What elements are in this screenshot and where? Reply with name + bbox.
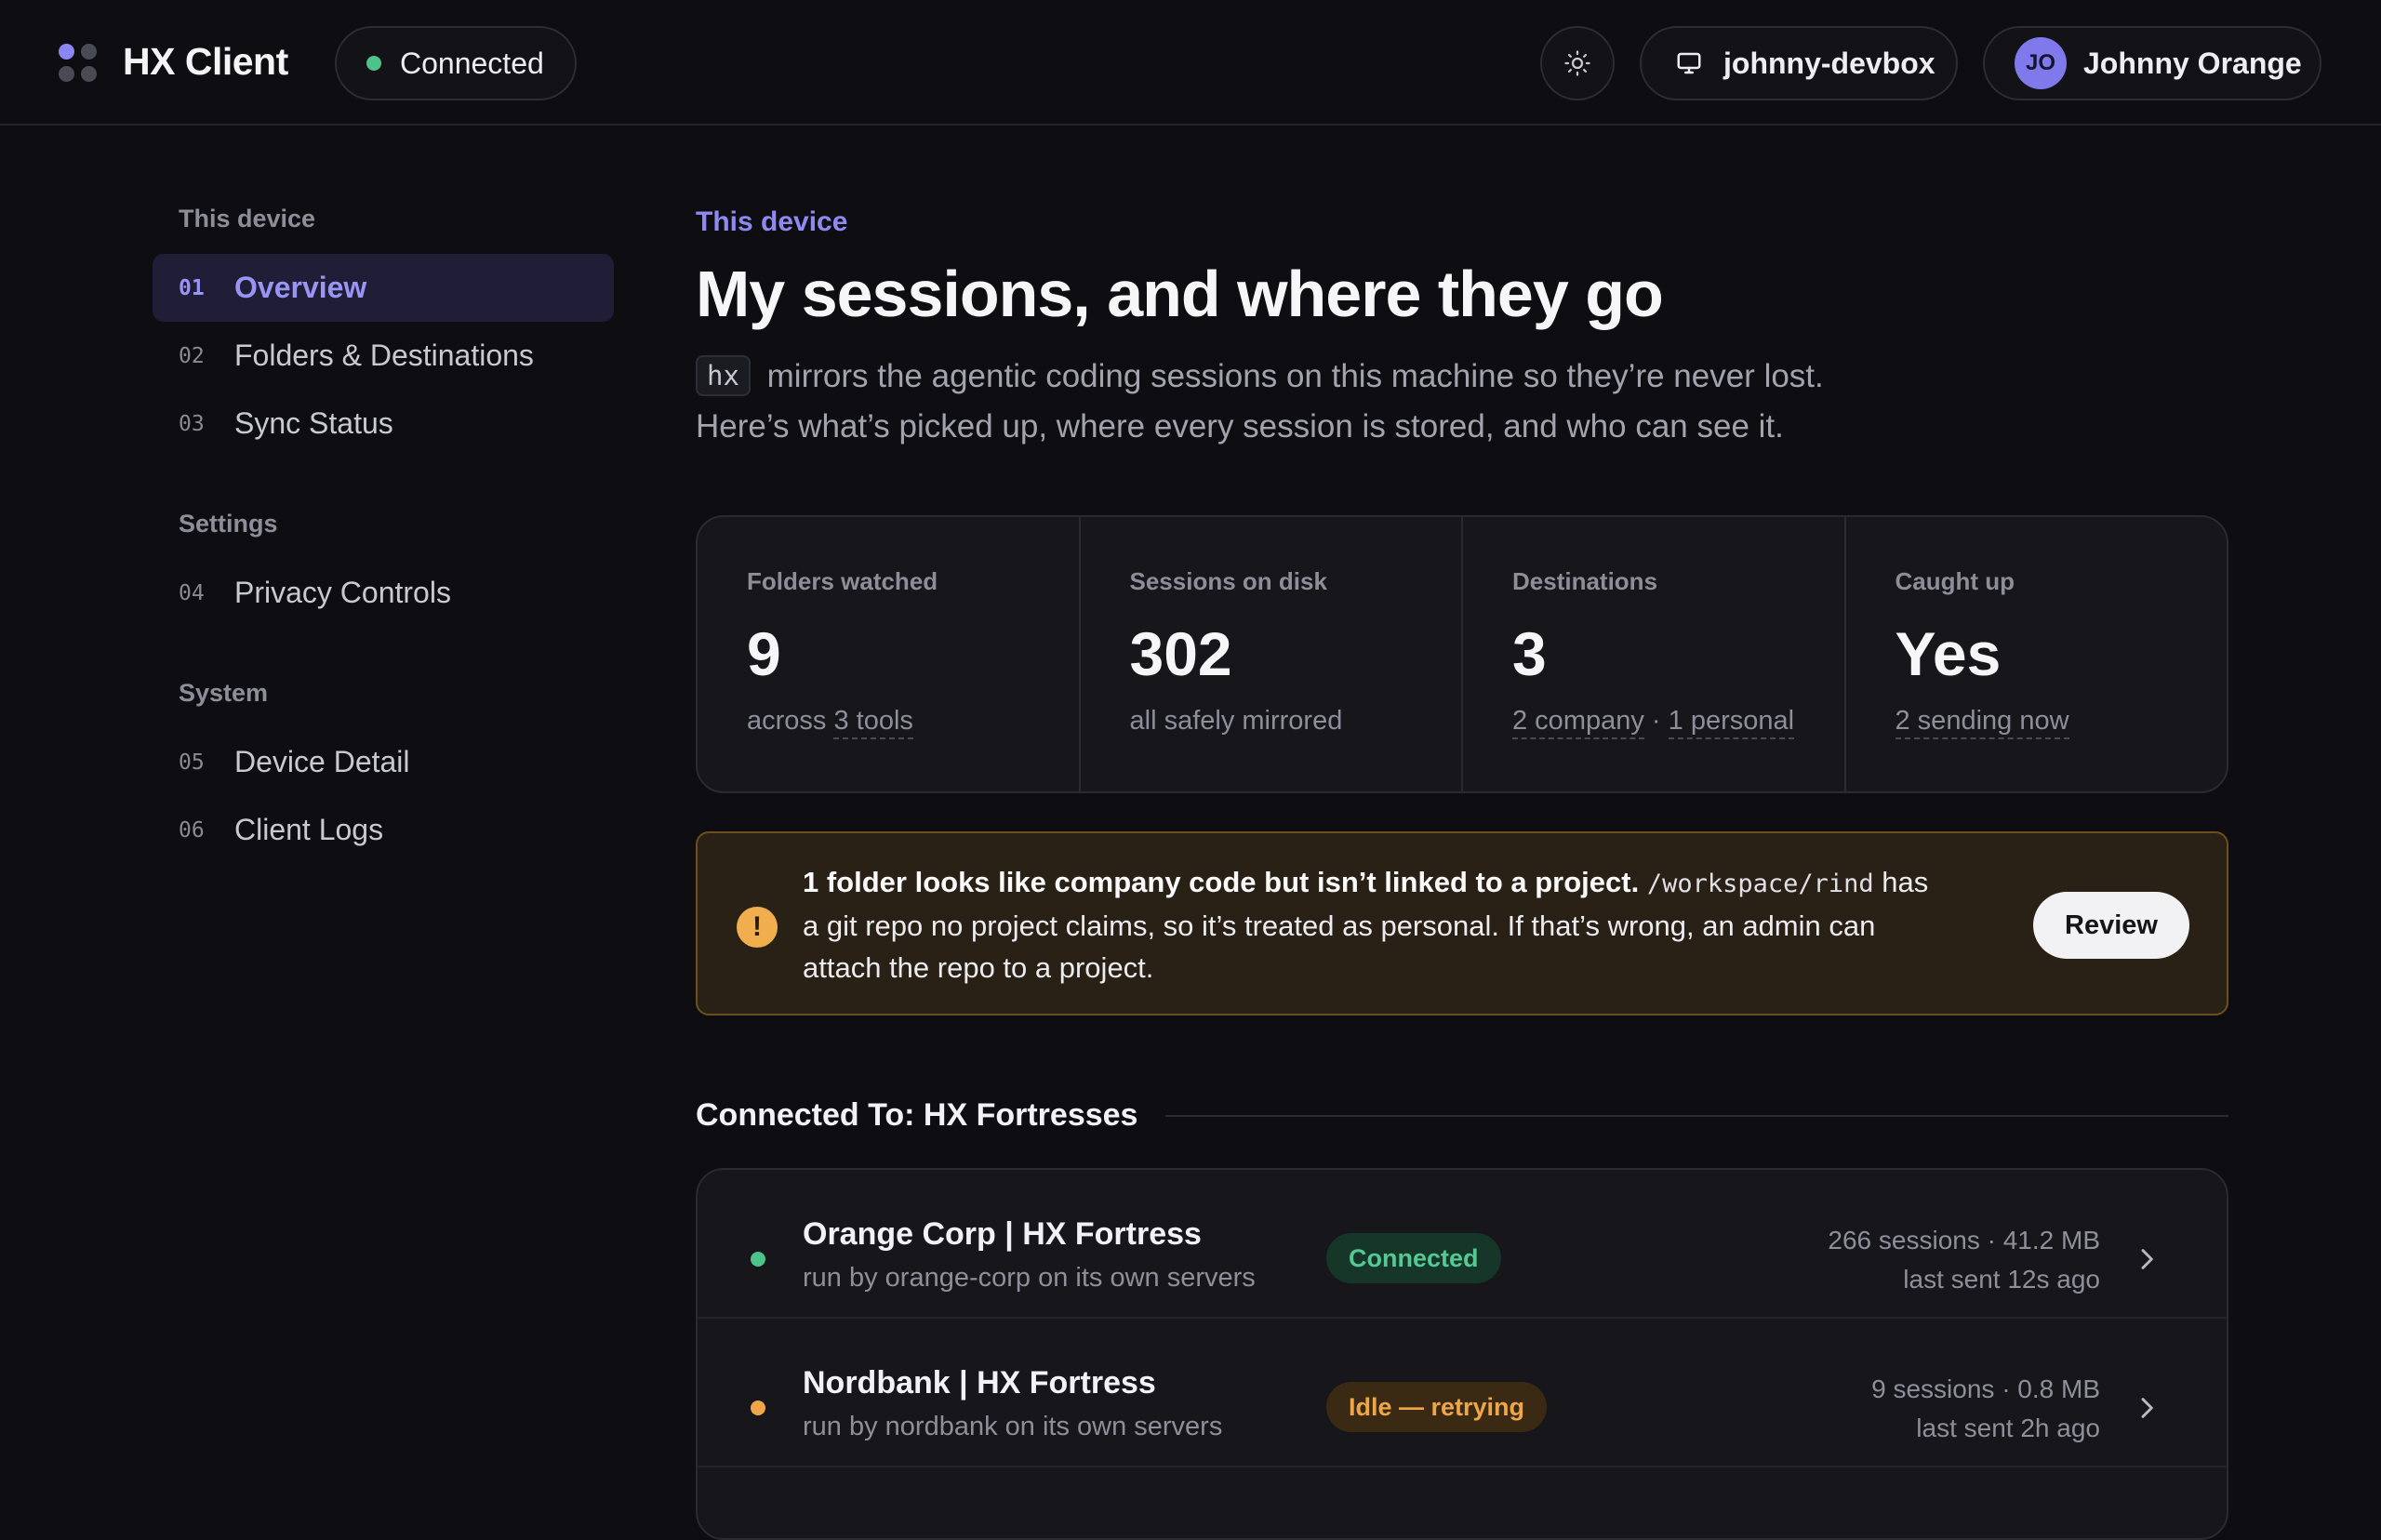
page-intro: hx mirrors the agentic coding sessions o… xyxy=(696,352,1998,452)
device-selector-button[interactable]: johnny-devbox xyxy=(1640,26,1958,100)
sidebar-item-label: Device Detail xyxy=(234,745,410,778)
status-badge: Idle — retrying xyxy=(1326,1382,1548,1432)
destinations-section-header: Connected To: HX Fortresses xyxy=(696,1097,2228,1134)
status-dot-icon xyxy=(366,56,381,71)
inline-code: hx xyxy=(696,355,751,396)
stat-label: Folders watched xyxy=(747,567,938,595)
destination-last-sent: last sent 12s ago xyxy=(1903,1265,2100,1294)
destination-owner: run by nordbank on its own servers xyxy=(803,1412,1223,1441)
stat-label: Caught up xyxy=(1895,567,2015,595)
warning-icon: ! xyxy=(737,907,778,948)
sidebar-item-client-logs[interactable]: 06 Client Logs xyxy=(153,796,614,864)
stat-sub-separator: · xyxy=(1643,706,1669,736)
sidebar-item-label: Folders & Destinations xyxy=(234,339,534,372)
connection-status-label: Connected xyxy=(400,46,544,80)
destinations-list: Orange Corp | HX Fortress run by orange-… xyxy=(696,1168,2228,1540)
stat-sub-prefix: across xyxy=(747,706,834,736)
page-eyebrow: This device xyxy=(696,206,848,237)
stat-folders-watched: Folders watched 9 across 3 tools xyxy=(698,517,1081,791)
destination-session-count: 9 sessions · 0.8 MB xyxy=(1871,1374,2100,1403)
sidebar-item-number: 02 xyxy=(179,343,205,368)
divider xyxy=(1165,1114,2228,1117)
company-destinations-link[interactable]: 2 company xyxy=(1512,706,1644,739)
destination-owner: run by orange-corp on its own servers xyxy=(803,1263,1256,1293)
sun-icon xyxy=(1564,50,1590,76)
stat-sub: across 3 tools xyxy=(747,706,1079,739)
intro-line-2: Here’s what’s picked up, where every ses… xyxy=(696,408,1784,445)
intro-line-1: mirrors the agentic coding sessions on t… xyxy=(766,358,1824,394)
sidebar-item-privacy-controls[interactable]: 04 Privacy Controls xyxy=(153,559,614,627)
stat-sub: all safely mirrored xyxy=(1129,706,1343,736)
stat-caught-up: Caught up Yes 2 sending now xyxy=(1846,517,2228,791)
user-menu-button[interactable]: JO Johnny Orange xyxy=(1983,26,2321,100)
sidebar-item-label: Sync Status xyxy=(234,406,393,440)
sidebar-item-overview[interactable]: 01 Overview xyxy=(153,254,614,322)
stat-value: 302 xyxy=(1129,619,1232,688)
status-dot-icon xyxy=(751,1252,765,1267)
sidebar-item-number: 05 xyxy=(179,750,205,775)
stat-label: Destinations xyxy=(1512,567,1658,595)
tools-link[interactable]: 3 tools xyxy=(833,706,913,739)
personal-destinations-link[interactable]: 1 personal xyxy=(1668,706,1795,739)
stats-card: Folders watched 9 across 3 tools Session… xyxy=(696,515,2228,793)
sidebar-item-number: 06 xyxy=(179,817,205,843)
sidebar-item-number: 01 xyxy=(179,275,205,300)
destinations-title: Connected To: HX Fortresses xyxy=(696,1097,1138,1133)
sidebar-item-number: 04 xyxy=(179,580,205,605)
chevron-right-icon xyxy=(2141,1398,2153,1418)
user-name: Johnny Orange xyxy=(2083,46,2302,80)
sidebar-item-label: Privacy Controls xyxy=(234,576,451,609)
sidebar-item-label: Overview xyxy=(234,271,367,304)
warning-folder-path: /workspace/rind xyxy=(1646,870,1874,898)
stat-value: 3 xyxy=(1512,619,1547,688)
sidebar-section-settings: Settings xyxy=(179,510,278,538)
device-name: johnny-devbox xyxy=(1723,46,1935,80)
stat-value: 9 xyxy=(747,619,781,688)
monitor-icon xyxy=(1677,52,1701,74)
unlinked-folder-warning: ! 1 folder looks like company code but i… xyxy=(696,831,2228,1016)
stat-destinations: Destinations 3 2 company · 1 personal xyxy=(1463,517,1846,791)
destination-last-sent: last sent 2h ago xyxy=(1916,1414,2100,1442)
sidebar-item-sync-status[interactable]: 03 Sync Status xyxy=(153,390,614,458)
review-button[interactable]: Review xyxy=(2033,892,2189,959)
app-logo-icon xyxy=(59,44,98,83)
destination-meta: 9 sessions · 0.8 MB last sent 2h ago xyxy=(1871,1370,2100,1448)
destination-meta: 266 sessions · 41.2 MB last sent 12s ago xyxy=(1828,1221,2100,1299)
status-dot-icon xyxy=(751,1401,765,1415)
stat-sessions-on-disk: Sessions on disk 302 all safely mirrored xyxy=(1081,517,1463,791)
top-bar: HX Client Connected johnny-devbox JO Joh… xyxy=(0,0,2381,126)
avatar: JO xyxy=(2015,37,2067,89)
stat-sub: 2 sending now xyxy=(1895,706,2228,739)
destination-row[interactable]: Orange Corp | HX Fortress run by orange-… xyxy=(698,1170,2227,1319)
connection-status-pill[interactable]: Connected xyxy=(335,26,577,100)
destination-name: Nordbank | HX Fortress xyxy=(803,1365,1156,1401)
stat-sub: 2 company · 1 personal xyxy=(1512,706,1844,739)
stat-value: Yes xyxy=(1895,619,2002,688)
destination-row[interactable]: Nordbank | HX Fortress run by nordbank o… xyxy=(698,1319,2227,1467)
destination-session-count: 266 sessions · 41.2 MB xyxy=(1828,1226,2100,1255)
sidebar-item-folders-destinations[interactable]: 02 Folders & Destinations xyxy=(153,322,614,390)
sidebar-section-this-device: This device xyxy=(179,205,316,232)
sidebar: This device 01 Overview 02 Folders & Des… xyxy=(153,186,614,864)
destination-name: Orange Corp | HX Fortress xyxy=(803,1216,1202,1252)
page-title: My sessions, and where they go xyxy=(696,258,1664,330)
app-title: HX Client xyxy=(123,40,288,83)
stat-label: Sessions on disk xyxy=(1129,567,1327,595)
sidebar-item-label: Client Logs xyxy=(234,813,384,846)
status-badge: Connected xyxy=(1326,1233,1501,1283)
warning-text: 1 folder looks like company code but isn… xyxy=(803,861,1947,989)
warning-headline: 1 folder looks like company code but isn… xyxy=(803,866,1640,898)
sidebar-item-device-detail[interactable]: 05 Device Detail xyxy=(153,728,614,796)
theme-toggle-button[interactable] xyxy=(1540,26,1615,100)
sending-now-link[interactable]: 2 sending now xyxy=(1895,706,2069,739)
chevron-right-icon xyxy=(2141,1249,2153,1269)
sidebar-section-system: System xyxy=(179,679,269,707)
sidebar-item-number: 03 xyxy=(179,411,205,436)
